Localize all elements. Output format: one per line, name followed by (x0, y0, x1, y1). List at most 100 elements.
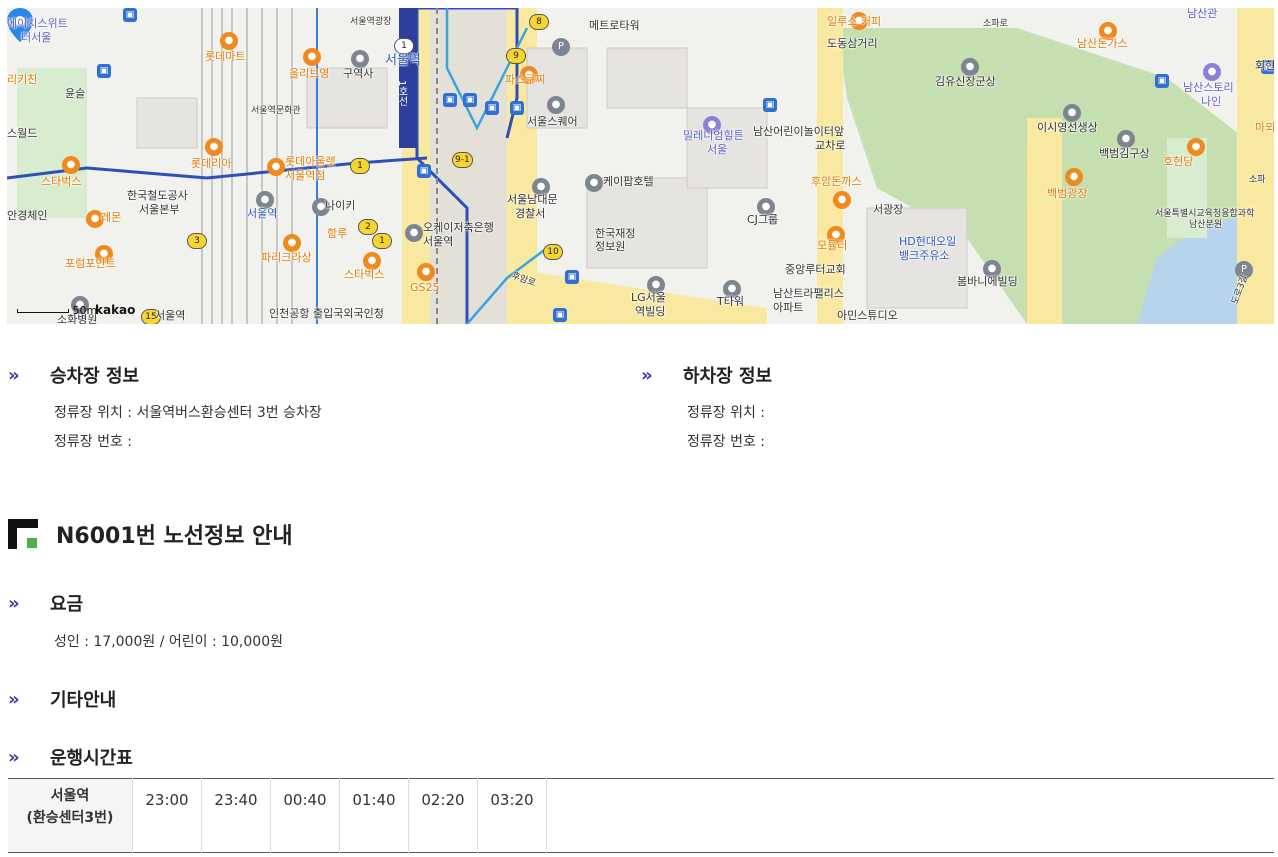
map-label: 서울 (707, 143, 728, 156)
bus-stop-icon[interactable]: ▣ (553, 308, 567, 322)
route-map[interactable]: ▣ ▣ ▣ ▣ ▣ ▣ ▣ ▣ ▣ ▣ ▣ ▣ 8 9 9-1 1 2 1 3 … (7, 8, 1274, 324)
cafe-icon[interactable]: ● (62, 156, 80, 174)
map-label: 롯데리아 (191, 157, 232, 170)
map-label: 아파트 (773, 301, 804, 314)
boarding-heading: » 승차장 정보 (8, 362, 139, 388)
fare-heading-text: 요금 (50, 594, 84, 615)
map-label: 백범김구상 (1099, 147, 1150, 160)
convenience-store-icon[interactable]: ● (417, 263, 435, 281)
map-label: 뱅크주유소 (899, 249, 950, 262)
bus-stop-icon[interactable]: ▣ (565, 270, 579, 284)
map-label: 인천공항 출입국외국인청 (269, 307, 384, 320)
map-label: 한국재정 (595, 227, 636, 240)
map-label: T타워 (717, 295, 744, 308)
monument-icon[interactable]: ● (961, 58, 979, 76)
bus-stop-icon[interactable]: ▣ (763, 98, 777, 112)
landmark-icon[interactable]: ● (1065, 168, 1083, 186)
map-label: GS25 (410, 281, 440, 294)
map-label: 스타벅스 (41, 175, 82, 188)
map-label: 나인 (1201, 95, 1222, 108)
route-number-badge: 1 (394, 38, 414, 54)
map-label: 모듈러 (817, 239, 848, 252)
bus-stop-icon[interactable]: ▣ (510, 101, 524, 115)
monument-icon[interactable]: ● (1117, 130, 1135, 148)
route-number-badge: 9-1 (452, 152, 473, 168)
map-label: 레몬 (101, 211, 122, 224)
building-icon[interactable]: ● (547, 96, 565, 114)
schedule-heading-text: 운행시간표 (50, 748, 133, 769)
double-chevron-icon: » (8, 592, 20, 614)
station-detail: (환승센터3번) (26, 810, 114, 826)
section-title-icon (8, 519, 38, 549)
map-label: 도동삼거리 (827, 37, 878, 50)
restaurant-icon[interactable]: ● (833, 191, 851, 209)
departure-time: 23:40 (201, 778, 271, 853)
map-label: 남산돈가스 (1077, 37, 1128, 50)
bus-stop-icon[interactable]: ▣ (123, 8, 137, 22)
map-label: 스타벅스 (344, 268, 385, 281)
map-label: 일루소 커피 (827, 15, 882, 28)
route-number-badge: 8 (529, 14, 549, 30)
bus-stop-icon[interactable]: ▣ (1155, 74, 1169, 88)
map-label: 롯데아울렛 (285, 155, 336, 168)
bus-stop-icon[interactable]: ▣ (443, 93, 457, 107)
bus-stop-icon[interactable]: ▣ (463, 93, 477, 107)
map-label: 구역사 (343, 67, 374, 80)
bakery-icon[interactable]: ● (283, 234, 301, 252)
map-label: 남산관 (1187, 8, 1218, 20)
route-number-badge: 1 (372, 233, 392, 249)
shop-icon[interactable]: ● (267, 158, 285, 176)
restaurant-icon[interactable]: ● (205, 138, 223, 156)
bus-stop-icon[interactable]: ▣ (97, 64, 111, 78)
route-number-badge: 1 (350, 158, 370, 174)
mart-icon[interactable]: ● (220, 32, 238, 50)
landmark-icon[interactable]: ● (1187, 138, 1205, 156)
map-label: 케이팝호텔 (603, 175, 654, 188)
map-label: 봄바니에빌딩 (957, 275, 1018, 288)
bus-stop-icon[interactable]: ▣ (485, 101, 499, 115)
map-label: LG서울 (631, 291, 666, 304)
monument-icon[interactable]: ● (1063, 104, 1081, 122)
hotel-icon[interactable]: ● (1203, 63, 1221, 81)
boarding-location: 정류장 위치 : 서울역버스환승센터 3번 승차장 (54, 405, 322, 421)
map-label: 서울역문화관 (251, 106, 301, 116)
map-label: 함루 (327, 227, 348, 240)
map-label: 백범광장 (1047, 187, 1088, 200)
other-info-heading-text: 기타안내 (50, 690, 117, 711)
alighting-number: 정류장 번호 : (687, 434, 766, 450)
map-label: 남산분원 (1189, 220, 1223, 230)
map-label: 교차로 (815, 139, 846, 152)
route-title-block: N6001번 노선정보 안내 (8, 518, 293, 550)
map-label: 남산트라팰리스 (773, 287, 844, 300)
map-label: 윤슬 (65, 87, 86, 100)
route-number-badge: 2 (358, 219, 378, 235)
map-label: 소파 (1249, 175, 1266, 185)
map-label: 호현당 (1163, 155, 1194, 168)
map-attribution-logo[interactable]: kakao (95, 303, 135, 317)
route-number-badge: 9 (506, 48, 526, 64)
map-label: 서울남대문 (507, 193, 558, 206)
shop-icon[interactable]: ● (303, 48, 321, 66)
other-info-heading: » 기타안내 (8, 686, 116, 712)
map-label: 서울역 (247, 207, 278, 220)
map-label: 서울역 (155, 309, 186, 322)
building-icon[interactable]: ● (351, 50, 369, 68)
bus-stop-icon[interactable]: ▣ (417, 164, 431, 178)
fare-text: 성인 : 17,000원 / 어린이 : 10,000원 (54, 634, 283, 650)
boarding-number: 정류장 번호 : (54, 434, 133, 450)
map-label: 이시영선생상 (1037, 121, 1098, 134)
route-number-badge: 10 (543, 244, 563, 260)
map-label: 정보원 (595, 240, 626, 253)
map-label: 경찰서 (515, 207, 546, 220)
map-label: 아민스튜디오 (837, 309, 898, 322)
empty-cell (547, 779, 1275, 853)
map-label: 파스쿠찌 (505, 73, 546, 86)
map-label: 서울스퀘어 (527, 115, 578, 128)
hotel-icon[interactable]: ● (585, 174, 603, 192)
map-label: 남산어린이놀이터앞 (753, 125, 845, 138)
parking-icon[interactable]: P (552, 38, 570, 56)
map-label: 서울역 (385, 53, 421, 68)
bank-icon[interactable]: ● (405, 224, 423, 242)
map-label: 서울본부 (139, 203, 180, 216)
double-chevron-icon: » (8, 688, 20, 710)
